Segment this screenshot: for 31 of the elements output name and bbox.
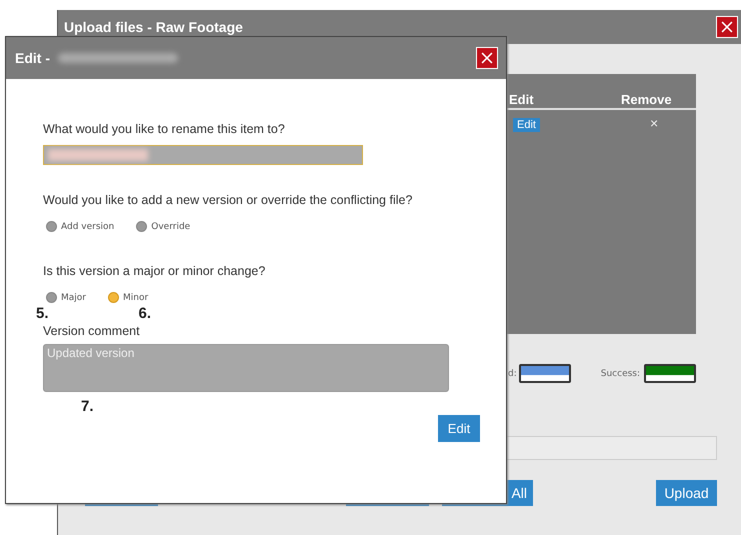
radio-label: Override (151, 222, 190, 232)
close-button[interactable] (476, 47, 498, 69)
question-label: Is this version a major or minor change? (43, 264, 266, 278)
window-title: Upload files - Raw Footage (64, 19, 243, 35)
step-number: 7. (81, 398, 95, 415)
edit-button[interactable]: Edit (438, 415, 480, 442)
radio-button[interactable] (46, 221, 57, 232)
radio-button[interactable] (46, 292, 57, 303)
column-header: Remove (621, 92, 672, 107)
radio-label: Add version (61, 222, 114, 232)
radio-label: Minor (123, 292, 148, 302)
legend-label: Success: (600, 368, 640, 378)
rename-field[interactable] (43, 145, 363, 165)
close-icon (480, 51, 494, 65)
question-label: What would you like to rename this item to? (43, 122, 286, 136)
column-header: Edit (509, 92, 535, 107)
remove-button[interactable]: × (650, 115, 658, 131)
field-label: Version comment (43, 324, 141, 338)
radio-button[interactable] (108, 292, 119, 303)
step-number: 5. (36, 305, 49, 322)
comment-field[interactable]: Updated version (43, 344, 449, 392)
close-icon (720, 20, 734, 34)
close-button[interactable] (716, 16, 738, 38)
button[interactable]: Upload (656, 480, 717, 506)
legend-label: d: (508, 368, 517, 378)
edit-button[interactable]: Edit (513, 118, 540, 132)
radio-button[interactable] (136, 221, 148, 232)
dialog-title: Edit - (15, 50, 50, 66)
question-label: Would you like to add a new version or override the conflicting file? (43, 193, 414, 207)
radio-label: Major (61, 292, 86, 302)
step-number: 6. (138, 305, 152, 322)
